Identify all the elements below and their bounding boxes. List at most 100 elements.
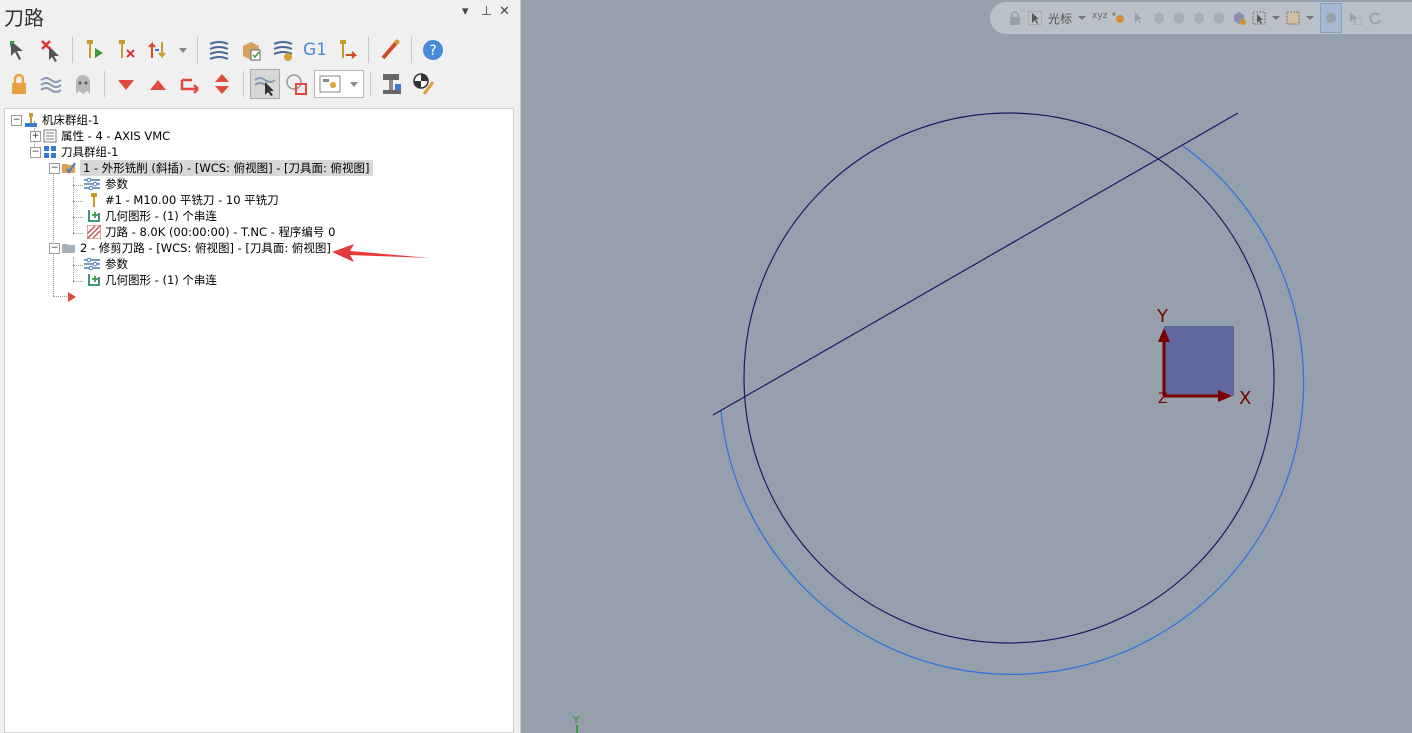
viewport-quick-toolbar: 光标 xyz <box>990 2 1412 34</box>
tree-line <box>73 217 83 218</box>
post-selected-icon[interactable] <box>332 35 362 65</box>
collapse-toggle[interactable]: − <box>11 114 22 126</box>
tree-label: 参数 <box>105 257 128 271</box>
expand-toggle[interactable]: + <box>30 130 41 142</box>
y-axis-label: Y <box>1156 306 1169 327</box>
highlight-toggle-icon[interactable] <box>1320 3 1343 33</box>
chevron-down-icon[interactable] <box>1078 11 1087 25</box>
toolbar-row-1: G1 ? <box>4 34 448 66</box>
body-select-icon[interactable] <box>1192 11 1206 25</box>
properties-icon <box>43 129 57 143</box>
chevron-down-icon[interactable] <box>1306 11 1315 25</box>
verify-icon[interactable] <box>268 35 298 65</box>
vertex-select-icon[interactable] <box>1232 11 1247 25</box>
insert-arrow-icon <box>68 292 76 302</box>
toolbar-row-2 <box>4 68 439 100</box>
tree-node-tool-group[interactable]: − 刀具群组-1 <box>30 144 118 160</box>
post-g1-icon[interactable]: G1 <box>300 35 330 65</box>
tree-node-properties[interactable]: + 属性 - 4 - AXIS VMC <box>30 128 170 144</box>
deselect-all-icon[interactable] <box>36 35 66 65</box>
move-up-icon[interactable] <box>143 69 173 99</box>
tree-node-op1-tool[interactable]: #1 - M10.00 平铣刀 - 10 平铣刀 <box>87 192 279 208</box>
tree-node-op1-toolpath[interactable]: 刀路 - 8.0K (00:00:00) - T.NC - 程序编号 0 <box>87 224 335 240</box>
toolpath-display-icon[interactable] <box>204 35 234 65</box>
insert-arrow-icon[interactable] <box>175 69 205 99</box>
toolbar-separator <box>370 71 371 97</box>
tool-icon[interactable] <box>409 69 439 99</box>
expand-collapse-icon[interactable] <box>207 69 237 99</box>
tree-node-op2-geometry[interactable]: 几何图形 - (1) 个串连 <box>87 272 217 288</box>
chevron-down-icon <box>350 82 358 87</box>
select-all-operations-icon[interactable] <box>4 35 34 65</box>
collapse-toggle[interactable]: − <box>49 242 60 254</box>
window-select-icon[interactable] <box>1252 11 1266 25</box>
tree-line <box>73 185 83 186</box>
parameters-icon <box>84 177 100 191</box>
display-options-icon[interactable] <box>314 70 364 98</box>
lock-icon[interactable] <box>4 69 34 99</box>
tree-node-operation-2[interactable]: − 2 - 修剪刀路 - [WCS: 俯视图] - [刀具面: 俯视图] <box>49 240 331 256</box>
dropdown-arrow-icon[interactable] <box>175 35 191 65</box>
tree-node-op2-params[interactable]: 参数 <box>83 256 128 272</box>
tree-node-op1-params[interactable]: 参数 <box>83 176 128 192</box>
verify-select-icon[interactable] <box>1348 11 1363 26</box>
cursor-mode-label[interactable]: 光标 <box>1048 10 1072 27</box>
select-pointer-icon[interactable] <box>1132 11 1146 25</box>
panel-title: 刀路 <box>4 6 44 30</box>
tree-label: 几何图形 - (1) 个串连 <box>105 273 217 287</box>
regenerate-dirty-icon[interactable] <box>111 35 141 65</box>
area-select-icon[interactable] <box>1286 11 1300 25</box>
move-down-icon[interactable] <box>111 69 141 99</box>
toolpath-select-icon[interactable] <box>250 69 280 99</box>
tree-label: 参数 <box>105 177 128 191</box>
ghost-icon[interactable] <box>68 69 98 99</box>
simulate-icon[interactable] <box>236 35 266 65</box>
chevron-down-icon[interactable] <box>1272 11 1281 25</box>
toolbar-separator <box>368 37 369 63</box>
tool-group-icon <box>44 146 56 158</box>
tree-label: 1 - 外形铣削 (斜插) - [WCS: 俯视图] - [刀具面: 俯视图] <box>80 160 373 176</box>
tree-node-operation-1[interactable]: − 1 - 外形铣削 (斜插) - [WCS: 俯视图] - [刀具面: 俯视图… <box>49 160 373 176</box>
svg-text:?: ? <box>429 43 436 59</box>
tree-line <box>73 233 83 234</box>
tree-label: #1 - M10.00 平铣刀 - 10 平铣刀 <box>105 193 279 207</box>
geometry-icon[interactable] <box>282 69 312 99</box>
tree-node-op1-geometry[interactable]: 几何图形 - (1) 个串连 <box>87 208 217 224</box>
collapse-toggle[interactable]: − <box>49 162 60 174</box>
folder-icon <box>62 244 75 253</box>
machine-icon[interactable] <box>377 69 407 99</box>
solid-select-icon[interactable] <box>1152 11 1166 25</box>
help-icon[interactable]: ? <box>418 35 448 65</box>
g1-label: G1 <box>303 40 327 60</box>
panel-menu-button[interactable]: ▾ <box>462 4 469 19</box>
edge-select-icon[interactable] <box>1212 11 1226 25</box>
wave-icon[interactable] <box>36 69 66 99</box>
collapse-toggle[interactable]: − <box>30 146 41 158</box>
cursor-select-icon[interactable] <box>1027 10 1043 26</box>
move-operations-icon[interactable] <box>143 35 173 65</box>
pin-button[interactable]: ⊥ <box>481 4 492 19</box>
tree-label: 刀具群组-1 <box>61 145 119 159</box>
insert-position-marker[interactable] <box>67 289 77 305</box>
refresh-icon[interactable] <box>1368 11 1382 25</box>
folder-checked-icon <box>62 162 76 174</box>
lock-icon[interactable] <box>1008 11 1022 25</box>
face-select-icon[interactable] <box>1172 11 1186 25</box>
graphics-viewport[interactable]: Y X Z Y <box>521 0 1412 733</box>
tool-icon <box>91 193 97 207</box>
xyz-icon[interactable]: xyz <box>1092 11 1107 25</box>
toolbar-separator <box>243 71 244 97</box>
tree-label: 2 - 修剪刀路 - [WCS: 俯视图] - [刀具面: 俯视图] <box>80 241 331 255</box>
edit-icon[interactable] <box>375 35 405 65</box>
mini-y-label: Y <box>572 715 580 726</box>
tree-line <box>73 201 83 202</box>
tree-line <box>73 281 83 282</box>
close-button[interactable]: ✕ <box>499 4 510 19</box>
geometry-chain-icon <box>88 274 100 286</box>
operations-tree: − 机床群组-1 + 属性 - 4 - AXIS VMC − 刀具群组-1 − … <box>4 108 514 733</box>
tree-label: 刀路 - 8.0K (00:00:00) - T.NC - 程序编号 0 <box>105 225 336 239</box>
snap-settings-icon[interactable] <box>1112 11 1126 25</box>
tree-node-machine-group[interactable]: − 机床群组-1 <box>11 112 99 128</box>
tree-line <box>53 296 67 297</box>
regenerate-selected-icon[interactable] <box>79 35 109 65</box>
